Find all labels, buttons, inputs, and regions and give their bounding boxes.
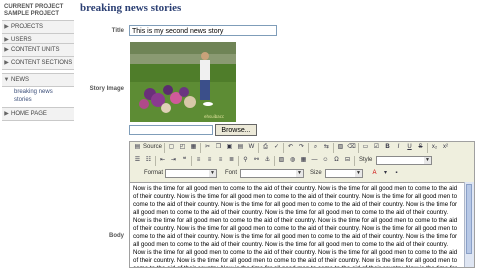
form-icon[interactable]: ▭: [361, 143, 370, 152]
page-title: breaking news stories: [80, 2, 182, 14]
spellcheck-icon[interactable]: ✓: [272, 143, 281, 152]
cut-icon[interactable]: ✂: [203, 143, 212, 152]
svg-text:ehsuibacc: ehsuibacc: [204, 114, 224, 119]
page-break-icon[interactable]: ⊟: [343, 156, 352, 165]
dropdown-arrow-icon: ▼: [355, 170, 362, 177]
paste-text-icon[interactable]: ▤: [236, 143, 245, 152]
sidebar-item-label: PROJECTS: [11, 24, 44, 30]
align-center-icon[interactable]: ≡: [205, 156, 214, 165]
indent-icon[interactable]: ⇥: [169, 156, 178, 165]
special-char-icon[interactable]: Ω: [332, 156, 341, 165]
sidebar-item-content-sections[interactable]: ▶ CONTENT SECTIONS: [2, 56, 74, 70]
image-icon[interactable]: ▨: [277, 156, 286, 165]
sidebar-item-content-units[interactable]: ▶ CONTENT UNITS: [2, 43, 74, 57]
sidebar-item-label: NEWS: [11, 77, 29, 83]
title-label: Title: [111, 28, 124, 34]
superscript-icon[interactable]: x²: [441, 143, 450, 152]
unlink-icon[interactable]: ⚯: [252, 156, 261, 165]
sidebar-item-label: HOME PAGE: [11, 111, 47, 117]
dropdown-arrow-icon: ▼: [424, 157, 431, 164]
remove-format-icon[interactable]: ⌫: [347, 143, 356, 152]
sidebar-item-news[interactable]: ▼ NEWS: [2, 73, 74, 87]
format-label: Format: [144, 170, 164, 176]
align-right-icon[interactable]: ≡: [216, 156, 225, 165]
format-select[interactable]: ▼: [165, 169, 217, 178]
toolbar-row-3: Format ▼ Font ▼ Size ▼ A ▾ ▪: [130, 168, 474, 181]
current-project-label: CURRENT PROJECT: [4, 4, 64, 10]
source-button[interactable]: Source: [143, 144, 162, 150]
font-select[interactable]: ▼: [240, 169, 304, 178]
underline-icon[interactable]: U: [405, 143, 414, 152]
dropdown-arrow-icon: ▼: [209, 170, 216, 177]
paste-word-icon[interactable]: W: [247, 143, 256, 152]
current-project: CURRENT PROJECT SAMPLE PROJECT: [0, 0, 76, 18]
editor-body[interactable]: Now is the time for all good men to come…: [130, 182, 464, 267]
table-icon[interactable]: ▦: [299, 156, 308, 165]
sidebar-item-label: CONTENT SECTIONS: [11, 60, 73, 66]
sidebar-item-home-page[interactable]: ▶ HOME PAGE: [2, 107, 74, 121]
current-project-name: SAMPLE PROJECT: [4, 11, 60, 17]
strikethrough-icon[interactable]: S: [416, 143, 425, 152]
style-label: Style: [359, 157, 373, 163]
redo-icon[interactable]: ↷: [297, 143, 306, 152]
title-input[interactable]: This is my second news story: [129, 25, 277, 36]
chevron-down-icon: ▼: [3, 77, 10, 83]
numbered-list-icon[interactable]: ☰: [133, 156, 142, 165]
align-left-icon[interactable]: ≡: [194, 156, 203, 165]
subitem-label-line2: stories: [14, 97, 32, 103]
size-select[interactable]: ▼: [325, 169, 363, 178]
undo-icon[interactable]: ↶: [286, 143, 295, 152]
link-icon[interactable]: ⚲: [241, 156, 250, 165]
chevron-right-icon: ▶: [4, 60, 9, 66]
story-image: ehsuibacc: [130, 42, 236, 122]
story-image-label: Story Image: [89, 86, 124, 92]
dropdown-arrow-icon: ▼: [296, 170, 303, 177]
paste-icon[interactable]: ▣: [225, 143, 234, 152]
browse-button[interactable]: Browse...: [215, 124, 257, 136]
sidebar-item-label: CONTENT UNITS: [11, 47, 60, 53]
subscript-icon[interactable]: x₂: [430, 143, 439, 152]
sidebar-item-projects[interactable]: ▶ PROJECTS: [2, 20, 74, 34]
outdent-icon[interactable]: ⇤: [158, 156, 167, 165]
copy-icon[interactable]: ❐: [214, 143, 223, 152]
text-color-icon[interactable]: A: [370, 169, 379, 178]
anchor-icon[interactable]: ⚓: [263, 156, 272, 165]
bg-color-icon[interactable]: ▾: [381, 169, 390, 178]
subitem-label-line1: breaking news: [14, 89, 53, 95]
style-select[interactable]: ▼: [376, 156, 432, 165]
source-icon[interactable]: ▤: [133, 143, 142, 152]
justify-icon[interactable]: ≣: [227, 156, 236, 165]
font-label: Font: [225, 170, 238, 176]
about-icon[interactable]: ▪: [392, 169, 401, 178]
toolbar-row-2: ☰ ☷ ⇤ ⇥ ❝ ≡ ≡ ≡ ≣ ⚲ ⚯ ⚓ ▨ ◍ ▦ — ☺ Ω ⊟ St…: [130, 155, 474, 168]
checkbox-icon[interactable]: ☑: [372, 143, 381, 152]
flash-icon[interactable]: ◍: [288, 156, 297, 165]
smiley-icon[interactable]: ☺: [321, 156, 330, 165]
rich-text-editor: ▤ Source ▢ ◰ ▦ ✂ ❐ ▣ ▤ W ⎙ ✓ ↶ ↷ ⌕ ⇆ ▧ ⌫…: [129, 141, 475, 268]
new-page-icon[interactable]: ▢: [167, 143, 176, 152]
print-icon[interactable]: ⎙: [261, 143, 270, 152]
sidebar-subitem-breaking-news[interactable]: breaking news stories: [14, 88, 53, 104]
horizontal-rule-icon[interactable]: —: [310, 156, 319, 165]
body-label: Body: [109, 233, 124, 239]
bold-icon[interactable]: B: [383, 143, 392, 152]
file-path-input[interactable]: [129, 125, 213, 135]
preview-icon[interactable]: ◰: [178, 143, 187, 152]
chevron-right-icon: ▶: [4, 47, 9, 53]
chevron-right-icon: ▶: [4, 24, 9, 30]
size-label: Size: [310, 170, 322, 176]
sidebar: CURRENT PROJECT SAMPLE PROJECT ▶ PROJECTS…: [0, 0, 76, 266]
blockquote-icon[interactable]: ❝: [180, 156, 189, 165]
chevron-right-icon: ▶: [4, 111, 9, 117]
editor-scrollbar[interactable]: [464, 182, 474, 267]
replace-icon[interactable]: ⇆: [322, 143, 331, 152]
find-icon[interactable]: ⌕: [311, 143, 320, 152]
toolbar-row-1: ▤ Source ▢ ◰ ▦ ✂ ❐ ▣ ▤ W ⎙ ✓ ↶ ↷ ⌕ ⇆ ▧ ⌫…: [130, 142, 474, 155]
italic-icon[interactable]: I: [394, 143, 403, 152]
bulleted-list-icon[interactable]: ☷: [144, 156, 153, 165]
templates-icon[interactable]: ▦: [189, 143, 198, 152]
select-all-icon[interactable]: ▧: [336, 143, 345, 152]
scrollbar-thumb[interactable]: [466, 184, 472, 254]
